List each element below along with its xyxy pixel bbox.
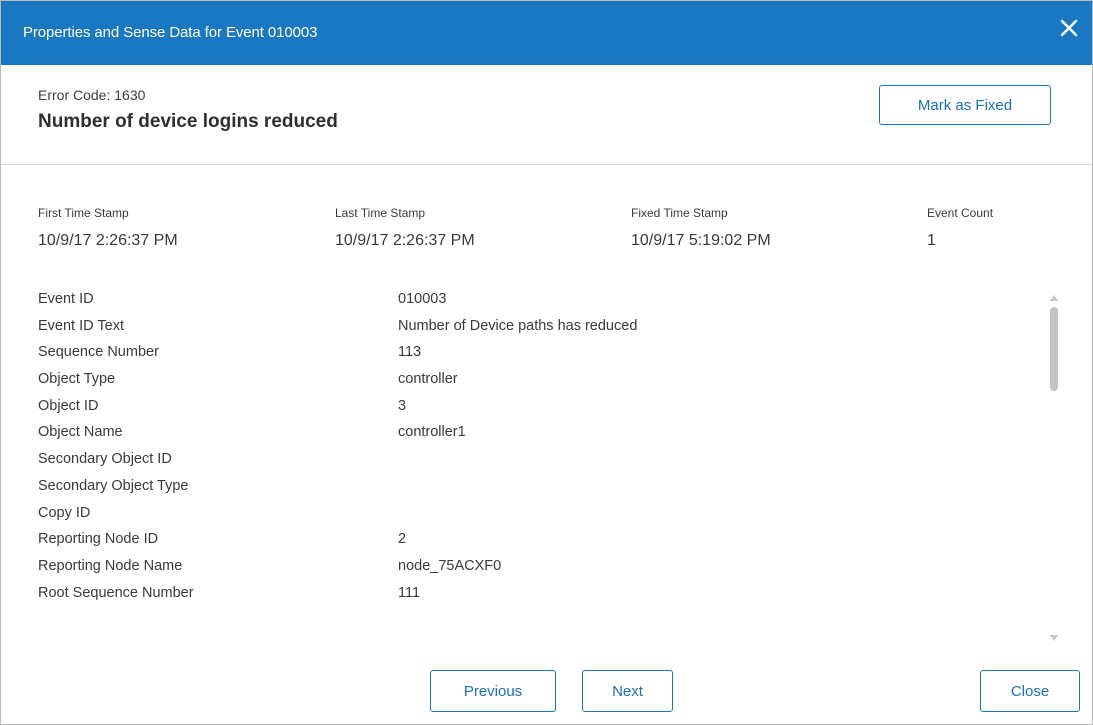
property-value: 3	[398, 397, 407, 414]
scrollbar-thumb[interactable]	[1050, 307, 1058, 391]
property-value: 2	[398, 531, 407, 548]
scroll-down-arrow-icon[interactable]	[1049, 630, 1059, 641]
property-row: Root Sequence Number 111	[38, 585, 1048, 612]
property-value: 113	[398, 344, 422, 361]
property-key: Secondary Object Type	[38, 477, 189, 494]
property-key: Secondary Object ID	[38, 451, 172, 468]
mark-as-fixed-button[interactable]: Mark as Fixed	[879, 85, 1051, 125]
property-row: Copy ID	[38, 505, 1048, 532]
dialog-titlebar: Properties and Sense Data for Event 0100…	[1, 1, 1092, 65]
property-key: Copy ID	[38, 504, 91, 521]
event-properties-dialog: Properties and Sense Data for Event 0100…	[0, 0, 1093, 725]
first-time-stamp-value: 10/9/17 2:26:37 PM	[38, 232, 178, 249]
event-count: Event Count 1	[927, 206, 993, 250]
property-row: Object Name controller1	[38, 424, 1048, 451]
event-header: Error Code: 1630 Number of device logins…	[1, 65, 1092, 165]
event-count-value: 1	[927, 232, 936, 249]
property-row: Object ID 3	[38, 398, 1048, 425]
property-row: Event ID Text Number of Device paths has…	[38, 318, 1048, 345]
error-title: Number of device logins reduced	[38, 111, 338, 132]
property-row: Event ID 010003	[38, 291, 1048, 318]
close-icon[interactable]	[1056, 15, 1082, 41]
property-row: Secondary Object ID	[38, 451, 1048, 478]
property-value: Number of Device paths has reduced	[398, 317, 638, 334]
fixed-time-stamp: Fixed Time Stamp 10/9/17 5:19:02 PM	[631, 206, 771, 250]
property-row: Secondary Object Type	[38, 478, 1048, 505]
error-code: Error Code: 1630	[38, 87, 146, 103]
first-time-stamp: First Time Stamp 10/9/17 2:26:37 PM	[38, 206, 178, 250]
property-key: Object Type	[38, 371, 116, 388]
property-key: Event ID	[38, 291, 94, 307]
scroll-up-arrow-icon[interactable]	[1049, 290, 1059, 301]
first-time-stamp-label: First Time Stamp	[38, 206, 129, 220]
property-key: Object ID	[38, 397, 99, 414]
property-row: Reporting Node Name node_75ACXF0	[38, 558, 1048, 585]
next-button[interactable]: Next	[582, 670, 673, 712]
property-key: Reporting Node ID	[38, 531, 159, 548]
property-key: Object Name	[38, 424, 123, 441]
properties-list[interactable]: Event ID 010003 Event ID Text Number of …	[38, 291, 1048, 641]
last-time-stamp-label: Last Time Stamp	[335, 206, 426, 220]
properties-scrollbar[interactable]	[1047, 290, 1061, 641]
property-key: Sequence Number	[38, 344, 159, 361]
close-button[interactable]: Close	[980, 670, 1080, 712]
property-key: Reporting Node Name	[38, 557, 183, 574]
event-count-label: Event Count	[927, 206, 994, 220]
property-value: node_75ACXF0	[398, 557, 502, 574]
property-key: Root Sequence Number	[38, 584, 194, 601]
last-time-stamp-value: 10/9/17 2:26:37 PM	[335, 232, 475, 249]
property-value: controller	[398, 371, 458, 388]
property-value: controller1	[398, 424, 466, 441]
property-value: 111	[398, 584, 421, 601]
fixed-time-stamp-label: Fixed Time Stamp	[631, 206, 728, 220]
last-time-stamp: Last Time Stamp 10/9/17 2:26:37 PM	[335, 206, 475, 250]
property-row: Reporting Node ID 2	[38, 531, 1048, 558]
property-row: Object Type controller	[38, 371, 1048, 398]
fixed-time-stamp-value: 10/9/17 5:19:02 PM	[631, 232, 771, 249]
property-row: Sequence Number 113	[38, 344, 1048, 371]
dialog-title: Properties and Sense Data for Event 0100…	[23, 24, 318, 41]
property-value: 010003	[398, 291, 447, 307]
previous-button[interactable]: Previous	[430, 670, 556, 712]
property-key: Event ID Text	[38, 317, 124, 334]
